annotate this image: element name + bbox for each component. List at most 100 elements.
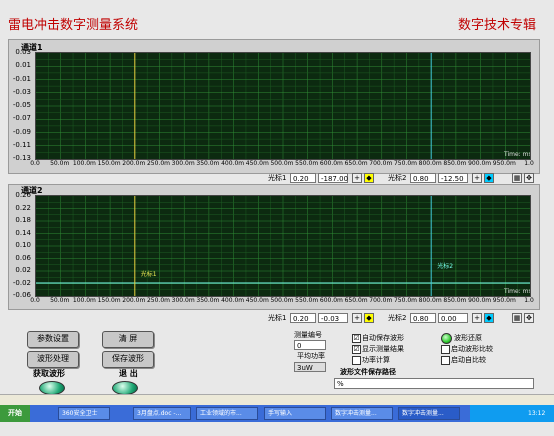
clock: 13:12 (528, 410, 546, 417)
auto-save-checkbox[interactable]: ☑ (352, 334, 361, 343)
channel1-grid: Time: ms (36, 53, 530, 159)
x-tick-label: 200.0m (122, 297, 146, 304)
channel2-grid: Time: ms 光标1 光标2 (36, 196, 530, 296)
cursor-plot-label: 光标2 (437, 262, 453, 270)
avg-power-label: 平均功率 (297, 352, 325, 360)
x-tick-label: 750.0m (393, 297, 418, 304)
x-tick-label: 50.0m (50, 297, 70, 304)
restore-label: 波形还原 (454, 334, 482, 342)
y-tick-label: -0.01 (12, 74, 31, 83)
cursor2-move-icon[interactable]: + (472, 173, 482, 183)
x-tick-label: 200.0m (122, 160, 146, 167)
show-result-label: 显示测量结果 (362, 345, 404, 353)
start-compare-checkbox[interactable] (441, 345, 450, 354)
x-tick-label: 450.0m (245, 160, 269, 167)
x-tick-label: 650.0m (344, 160, 368, 167)
x-tick-label: 150.0m (97, 297, 121, 304)
x-tick-label: 950.0m (492, 297, 516, 304)
x-tick-label: 850.0m (443, 160, 467, 167)
cursor2-lock-icon[interactable]: ◆ (484, 173, 494, 183)
graph-palette-icon[interactable]: ▦ (512, 173, 522, 183)
channel1-x-axis: 0.0 50.0m 100.0m 150.0m 200.0m 250.0m 300.0m 35… (30, 160, 534, 168)
cursor1-value-field[interactable]: -0.03 (318, 313, 348, 323)
cursor1-lock-icon[interactable]: ◆ (364, 313, 374, 323)
cursor2-value-field[interactable]: 0.00 (438, 313, 468, 323)
cursor2-label: 光标2 (388, 314, 407, 322)
waveform-process-button[interactable]: 波形处理 (27, 351, 79, 368)
y-tick-label: 0.10 (15, 241, 31, 249)
y-tick-label: 0.22 (15, 203, 31, 212)
x-tick-label: 450.0m (245, 297, 269, 304)
cursor-plot-label: 光标1 (141, 270, 157, 278)
cursor1-label: 光标1 (268, 174, 287, 182)
power-calc-label: 功率计算 (362, 356, 390, 364)
cursor1-move-icon[interactable]: + (352, 173, 362, 183)
y-tick-label: -0.03 (12, 87, 31, 96)
channel2-plot[interactable]: Time: ms 光标1 光标2 (35, 195, 531, 297)
graph-palette-icon[interactable]: ▦ (512, 313, 522, 323)
channel1-y-axis: 0.03 0.01 -0.01 -0.03 -0.05 -0.07 -0.09 -0.11 -0… (0, 48, 33, 162)
y-tick-label: 0.26 (15, 191, 31, 199)
x-tick-label: 550.0m (295, 160, 319, 167)
zoom-icon[interactable]: ✥ (524, 313, 534, 323)
channel1-panel: 通道1 0.03 0.01 -0.01 -0.03 -0.05 -0.07 -0.09 -0.… (8, 39, 540, 174)
save-waveform-button[interactable]: 保存波形 (102, 351, 154, 368)
x-tick-label: 800.0m (418, 160, 442, 167)
x-tick-label: 900.0m (468, 160, 492, 167)
cursor1-position-field[interactable]: 0.20 (290, 313, 316, 323)
measure-number-label: 测量编号 (294, 331, 322, 339)
x-tick-label: 300.0m (171, 160, 195, 167)
cursor2-value-field[interactable]: -12.50 (438, 173, 468, 183)
channel2-panel: 通道2 0.26 0.22 0.18 0.14 0.10 0.06 0.02 -0.02 -0.… (8, 184, 540, 310)
x-tick-label: 1.0 (524, 160, 534, 167)
zoom-icon[interactable]: ✥ (524, 173, 534, 183)
taskbar-item-4[interactable]: 数字冲击测量... (331, 407, 393, 420)
x-unit-label: Time: ms (503, 151, 530, 158)
x-tick-label: 400.0m (221, 160, 245, 167)
taskbar-item-3[interactable]: 手写输入 (264, 407, 326, 420)
show-result-checkbox[interactable]: ☑ (352, 345, 361, 354)
start-button[interactable]: 开始 (0, 405, 30, 422)
path-field[interactable]: % (334, 378, 534, 389)
param-settings-button[interactable]: 参数设置 (27, 331, 79, 348)
cursor1-move-icon[interactable]: + (352, 313, 362, 323)
avg-power-field: 3uW (294, 362, 326, 372)
path-label: 波形文件保存路径 (340, 368, 396, 376)
start-self-label: 启动自比较 (451, 356, 486, 364)
y-tick-label: -0.09 (12, 127, 31, 136)
cursor2-lock-icon[interactable]: ◆ (484, 313, 494, 323)
start-self-checkbox[interactable] (441, 356, 450, 365)
start-compare-label: 启动波形比较 (451, 345, 493, 353)
y-tick-label: -0.02 (12, 278, 31, 287)
channel2-x-axis: 0.0 50.0m 100.0m 150.0m 200.0m 250.0m 300.0m 35… (30, 297, 534, 305)
x-tick-label: 50.0m (50, 160, 70, 167)
acquire-label: 获取波形 (33, 369, 65, 378)
cursor2-move-icon[interactable]: + (472, 313, 482, 323)
y-tick-label: -0.05 (12, 101, 31, 109)
power-calc-checkbox[interactable] (352, 356, 361, 365)
clear-screen-button[interactable]: 清 屏 (102, 331, 154, 348)
acquire-waveform-button[interactable] (39, 381, 65, 395)
taskbar-item-5[interactable]: 数字冲击测量... (398, 407, 460, 420)
x-tick-label: 600.0m (319, 297, 343, 304)
x-tick-label: 400.0m (221, 297, 245, 304)
taskbar-item-2[interactable]: 工业领域的市... (196, 407, 258, 420)
taskbar-item-0[interactable]: 360安全卫士 (58, 407, 110, 420)
auto-save-label: 自动保存波形 (362, 334, 404, 342)
cursor1-position-field[interactable]: 0.20 (290, 173, 316, 183)
exit-button[interactable] (112, 381, 138, 395)
x-tick-label: 150.0m (97, 160, 121, 167)
y-tick-label: 0.14 (15, 228, 31, 237)
restore-led-icon[interactable] (441, 333, 452, 344)
y-tick-label: 0.02 (15, 266, 31, 274)
channel1-plot[interactable]: Time: ms (35, 52, 531, 160)
taskbar-item-1[interactable]: 3月盘点.doc -... (133, 407, 191, 420)
x-tick-label: 500.0m (270, 160, 294, 167)
cursor1-lock-icon[interactable]: ◆ (364, 173, 374, 183)
cursor1-value-field[interactable]: -187.00 (318, 173, 348, 183)
measure-number-field[interactable]: 0 (294, 340, 326, 350)
app-title: 雷电冲击数字测量系统 (8, 18, 139, 33)
cursor2-position-field[interactable]: 0.80 (410, 313, 436, 323)
cursor2-position-field[interactable]: 0.80 (410, 173, 436, 183)
x-tick-label: 550.0m (295, 297, 319, 304)
